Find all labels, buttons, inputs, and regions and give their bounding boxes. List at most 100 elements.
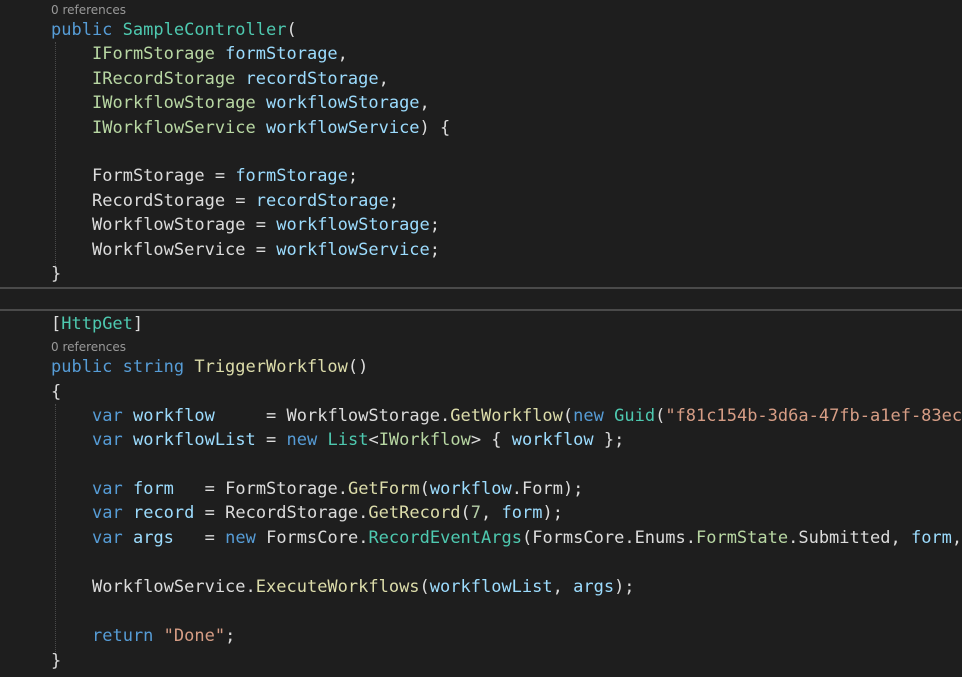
end: ); xyxy=(562,479,584,499)
closing-brace[interactable]: } xyxy=(51,262,61,286)
argument[interactable]: workflowList xyxy=(430,577,553,597)
object-name[interactable]: WorkflowService xyxy=(92,577,246,597)
enum-member[interactable]: .Submitted xyxy=(788,528,890,548)
keyword-string: string xyxy=(122,357,185,377)
property-name[interactable]: RecordStorage xyxy=(92,191,225,211)
param-type[interactable]: IRecordStorage xyxy=(92,69,235,89)
constructor-param[interactable]: IWorkflowStorage workflowStorage, xyxy=(92,91,430,115)
parens: () xyxy=(347,357,369,377)
variable-name[interactable]: workflow xyxy=(133,406,215,426)
assigned-value[interactable]: workflowStorage xyxy=(276,215,430,235)
constructor-name[interactable]: SampleController xyxy=(123,20,287,40)
method-name[interactable]: TriggerWorkflow xyxy=(194,357,348,377)
constructor-signature[interactable]: public SampleController( xyxy=(51,18,297,42)
assign-op: = xyxy=(204,166,236,186)
property-name[interactable]: WorkflowService xyxy=(92,240,246,260)
paren: ( xyxy=(460,503,471,523)
variable-name[interactable]: args xyxy=(133,528,174,548)
generic-type[interactable]: IWorkflow xyxy=(379,430,471,450)
type-name[interactable]: Guid xyxy=(614,406,655,426)
argument[interactable]: workflow xyxy=(430,479,512,499)
argument[interactable]: form xyxy=(502,503,543,523)
object-name[interactable]: RecordStorage xyxy=(225,503,358,523)
assigned-value[interactable]: workflowService xyxy=(276,240,430,260)
param-name[interactable]: recordStorage xyxy=(246,69,379,89)
initializer-item[interactable]: workflow xyxy=(512,430,594,450)
string-literal[interactable]: "Done" xyxy=(164,626,225,646)
namespace[interactable]: FormsCore.Enums. xyxy=(532,528,696,548)
string-literal[interactable]: "f81c154b-3d6a-47fb-a1ef-83ec xyxy=(665,406,962,426)
variable-name[interactable]: workflowList xyxy=(133,430,256,450)
assigned-value[interactable]: formStorage xyxy=(235,166,348,186)
initializer-open: > { xyxy=(470,430,512,450)
opening-brace[interactable]: { xyxy=(51,380,61,404)
variable-name[interactable]: form xyxy=(133,479,174,499)
keyword-var: var xyxy=(92,528,123,548)
codelens-references[interactable]: 0 references xyxy=(51,339,126,355)
namespace[interactable]: FormsCore. xyxy=(266,528,368,548)
method-call[interactable]: GetForm xyxy=(348,479,420,499)
param-type[interactable]: IWorkflowStorage xyxy=(92,93,256,113)
method-call[interactable]: ExecuteWorkflows xyxy=(256,577,420,597)
semicolon: ; xyxy=(429,215,441,235)
param-name[interactable]: workflowStorage xyxy=(266,93,420,113)
assignment-line[interactable]: FormStorage = formStorage; xyxy=(92,164,358,188)
assignment-line[interactable]: WorkflowService = workflowService; xyxy=(92,238,440,262)
object-name[interactable]: WorkflowStorage xyxy=(287,406,441,426)
paren: ( xyxy=(655,406,666,426)
param-separator: , xyxy=(378,69,389,89)
code-line[interactable]: var record = RecordStorage.GetRecord(7, … xyxy=(92,501,563,525)
member-access[interactable]: .Form xyxy=(512,479,563,499)
keyword-var: var xyxy=(92,479,123,499)
codelens-references[interactable]: 0 references xyxy=(51,2,126,18)
method-call[interactable]: GetWorkflow xyxy=(450,406,563,426)
param-type[interactable]: IWorkflowService xyxy=(92,118,256,138)
code-line[interactable]: return "Done"; xyxy=(92,624,235,648)
semicolon: ; xyxy=(347,166,359,186)
object-name[interactable]: FormStorage xyxy=(225,479,338,499)
method-call[interactable]: GetRecord xyxy=(368,503,460,523)
code-line[interactable]: var args = new FormsCore.RecordEventArgs… xyxy=(92,526,962,550)
keyword-return: return xyxy=(92,626,154,646)
assign-op: = xyxy=(173,528,226,548)
code-line[interactable]: var workflowList = new List<IWorkflow> {… xyxy=(92,428,624,452)
assigned-value[interactable]: recordStorage xyxy=(256,191,389,211)
code-editor[interactable]: 0 references public SampleController( IF… xyxy=(0,0,962,677)
type-name[interactable]: RecordEventArgs xyxy=(368,528,522,548)
separator: , xyxy=(890,528,911,548)
method-separator xyxy=(0,287,962,289)
closing-brace[interactable]: } xyxy=(51,649,61,673)
argument[interactable]: form xyxy=(911,528,952,548)
param-name[interactable]: workflowService xyxy=(266,118,420,138)
keyword-public: public xyxy=(51,357,113,377)
semicolon: ; xyxy=(429,240,441,260)
code-line[interactable]: var form = FormStorage.GetForm(workflow.… xyxy=(92,477,583,501)
separator: , xyxy=(951,528,962,548)
number-literal[interactable]: 7 xyxy=(471,503,481,523)
keyword-public: public xyxy=(51,20,113,40)
initializer-close: }; xyxy=(593,430,625,450)
code-line[interactable]: var workflow = WorkflowStorage.GetWorkfl… xyxy=(92,404,962,428)
type-name[interactable]: List xyxy=(327,430,368,450)
argument[interactable]: args xyxy=(573,577,614,597)
variable-name[interactable]: record xyxy=(133,503,194,523)
indent-guide xyxy=(55,404,56,654)
separator: , xyxy=(481,503,502,523)
attribute-name[interactable]: HttpGet xyxy=(61,314,133,334)
assignment-line[interactable]: RecordStorage = recordStorage; xyxy=(92,189,399,213)
property-name[interactable]: FormStorage xyxy=(92,166,205,186)
constructor-param[interactable]: IRecordStorage recordStorage, xyxy=(92,67,389,91)
paren: ( xyxy=(419,479,430,499)
param-type[interactable]: IFormStorage xyxy=(92,44,215,64)
property-name[interactable]: WorkflowStorage xyxy=(92,215,246,235)
code-line[interactable]: WorkflowService.ExecuteWorkflows(workflo… xyxy=(92,575,635,599)
assignment-line[interactable]: WorkflowStorage = workflowStorage; xyxy=(92,213,440,237)
separator: , xyxy=(552,577,574,597)
dot: . xyxy=(337,479,348,499)
method-signature[interactable]: public string TriggerWorkflow() xyxy=(51,355,368,379)
constructor-param[interactable]: IWorkflowService workflowService) { xyxy=(92,116,450,140)
constructor-param[interactable]: IFormStorage formStorage, xyxy=(92,42,348,66)
param-name[interactable]: formStorage xyxy=(225,44,338,64)
attribute-line[interactable]: [HttpGet] xyxy=(51,312,143,336)
enum-type[interactable]: FormState xyxy=(696,528,788,548)
